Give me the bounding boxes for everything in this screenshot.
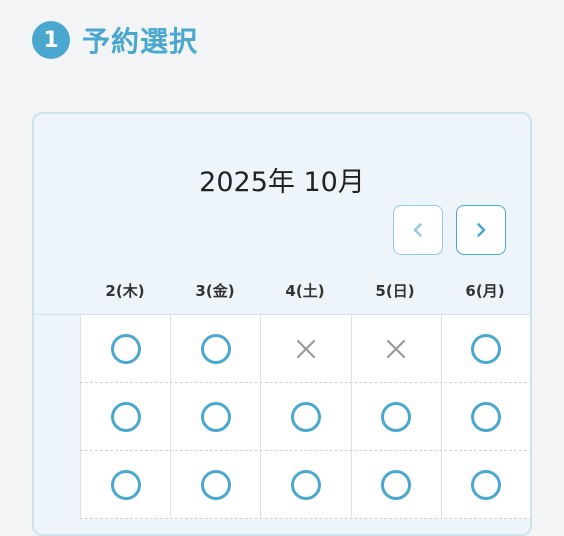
unavailable-cross-icon — [387, 339, 406, 358]
slot-cell[interactable] — [442, 451, 530, 518]
available-circle-icon[interactable] — [471, 469, 502, 500]
slot-cell[interactable] — [352, 383, 442, 450]
prev-week-button[interactable] — [393, 205, 443, 255]
step-number-badge: 1 — [32, 21, 70, 59]
available-circle-icon[interactable] — [110, 333, 141, 364]
day-header: 4(土) — [285, 282, 325, 300]
slot-cell[interactable] — [80, 315, 172, 382]
month-label: 2025年 10月 — [199, 167, 365, 198]
available-circle-icon[interactable] — [291, 469, 321, 500]
slot-cell[interactable] — [352, 451, 442, 518]
slot-cell[interactable] — [80, 383, 172, 450]
day-header: 5(日) — [375, 282, 415, 300]
slot-cell[interactable] — [261, 383, 352, 450]
available-circle-icon[interactable] — [110, 469, 141, 500]
unavailable-cross-icon — [296, 339, 316, 358]
slot-cell[interactable] — [171, 315, 262, 382]
calendar-card: 2025年 10月 2(木) 3(金) 4(土) 5(日) 6(月) — [32, 112, 532, 536]
available-circle-icon[interactable] — [471, 333, 502, 364]
available-circle-icon[interactable] — [200, 469, 231, 500]
day-header: 3(金) — [195, 282, 235, 300]
slot-cell[interactable] — [261, 451, 352, 518]
slot-cell[interactable] — [442, 383, 530, 450]
next-week-button[interactable] — [456, 205, 506, 255]
available-circle-icon[interactable] — [381, 469, 412, 500]
slot-cell[interactable] — [80, 451, 172, 518]
day-header: 6(月) — [465, 282, 505, 300]
available-circle-icon[interactable] — [291, 401, 321, 432]
slot-cell[interactable] — [442, 315, 530, 382]
slot-cell[interactable] — [171, 383, 262, 450]
available-circle-icon[interactable] — [471, 401, 502, 432]
slot-cell[interactable] — [171, 451, 262, 518]
slot-cell — [352, 315, 442, 382]
time-slot-row — [80, 383, 530, 451]
availability-grid — [80, 315, 530, 519]
chevron-left-icon — [413, 223, 422, 237]
available-circle-icon[interactable] — [381, 401, 412, 432]
day-header: 2(木) — [105, 282, 145, 300]
day-headers: 2(木) 3(金) 4(土) 5(日) 6(月) — [80, 280, 530, 301]
time-slot-row — [80, 451, 530, 519]
available-circle-icon[interactable] — [200, 333, 231, 364]
step-title: 予約選択 — [82, 25, 199, 58]
chevron-right-icon — [477, 223, 486, 237]
slot-cell — [261, 315, 352, 382]
available-circle-icon[interactable] — [200, 401, 231, 432]
time-slot-row — [80, 315, 530, 383]
step-header: 1 予約選択 — [32, 20, 198, 60]
available-circle-icon[interactable] — [110, 401, 141, 432]
